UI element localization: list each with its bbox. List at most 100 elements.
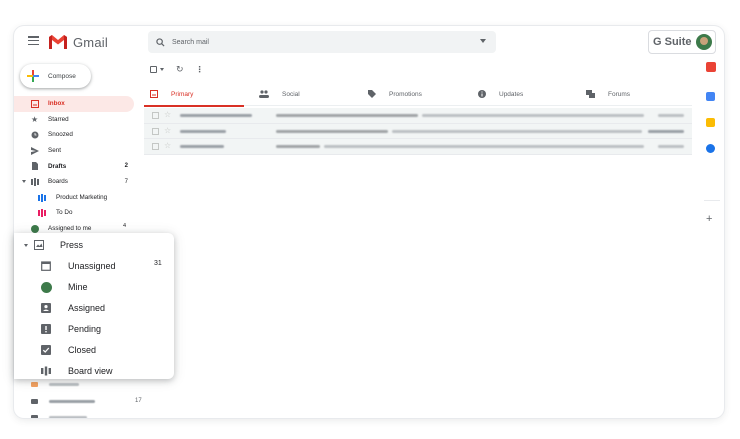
tab-forums[interactable]: Forums [586,82,630,106]
press-item-closed[interactable]: Closed [14,341,174,359]
top-bar: Gmail Search mail G Suite [14,26,724,58]
select-all-checkbox[interactable] [150,65,157,73]
press-item-unassigned[interactable]: Unassigned 31 [14,257,174,275]
expand-arrow-icon[interactable] [22,179,26,183]
board-icon [31,177,39,186]
unassigned-icon [41,261,51,271]
rail-divider [704,200,720,201]
sidebar-item-product-marketing[interactable]: Product Marketing [14,190,134,206]
email-row[interactable]: ☆ [144,123,692,139]
email-row[interactable]: ☆ [144,108,692,124]
search-input[interactable]: Search mail [172,39,209,46]
press-item-mine[interactable]: Mine [14,278,174,296]
more-options-icon[interactable]: ⋮ [196,65,204,74]
press-item-assigned[interactable]: Assigned [14,299,174,317]
avatar-icon [31,224,39,233]
sidebar-item-starred[interactable]: ★ Starred [14,112,134,128]
sidebar-item-blurred[interactable] [31,379,79,389]
sidebar-nav: Inbox ★ Starred Snoozed Sent Drafts 2 Bo… [14,96,134,236]
send-icon [31,146,39,155]
tab-label: Updates [499,90,524,98]
board-icon [38,209,46,218]
gmail-logo[interactable]: Gmail [48,32,108,52]
sidebar-item-label: Assigned to me [48,225,92,233]
sidebar-item-blurred[interactable] [31,412,87,418]
sidebar-item-label: Drafts [48,162,67,170]
expand-arrow-icon[interactable] [24,244,28,247]
tab-label: Promotions [389,90,422,98]
app-name: Gmail [73,34,108,50]
star-icon[interactable]: ☆ [164,126,171,135]
email-row[interactable]: ☆ [144,139,692,155]
sidebar-item-label: Starred [48,115,69,123]
tab-promotions[interactable]: Promotions [368,82,422,106]
row-checkbox[interactable] [152,112,159,119]
row-checkbox[interactable] [152,143,159,150]
compose-button[interactable]: Compose [20,64,91,88]
sidebar-item-to-do[interactable]: To Do [14,205,134,221]
tab-social[interactable]: Social [259,82,300,106]
search-icon[interactable] [156,37,165,47]
press-item-label: Mine [68,282,88,292]
blurred-snippet [422,114,644,117]
refresh-icon[interactable]: ↻ [176,64,184,75]
label-icon [31,414,38,418]
calendar-icon[interactable] [706,92,715,101]
compose-label: Compose [48,72,76,80]
gmail-m-icon [49,35,67,49]
pending-icon [41,324,51,334]
tab-updates[interactable]: Updates [478,82,523,106]
addon-red-icon[interactable] [706,62,716,72]
tab-label: Primary [171,90,194,98]
avatar-icon [41,282,52,293]
board-icon [38,193,46,202]
press-item-board-view[interactable]: Board view [14,362,174,380]
sidebar-item-inbox[interactable]: Inbox [14,96,134,112]
boards-count: 7 [124,178,128,185]
avatar[interactable] [695,34,712,50]
sidebar-item-label: Snoozed [48,131,73,139]
closed-icon [41,345,51,355]
draft-icon [32,162,38,171]
press-item-label: Unassigned [68,261,116,271]
blurred-sender [180,145,224,148]
tasks-icon[interactable] [706,144,715,153]
blurred-date [658,114,684,117]
label-icon [31,398,38,404]
unassigned-count: 31 [154,260,162,267]
sidebar-item-snoozed[interactable]: Snoozed [14,127,134,143]
blurred-snippet [392,129,642,133]
press-label-icon [34,240,44,250]
star-icon[interactable]: ☆ [164,141,171,150]
sidebar-item-boards[interactable]: Boards 7 [14,174,134,190]
blurred-label [49,399,95,403]
inbox-icon [31,100,39,108]
select-dropdown-icon[interactable] [160,67,164,71]
tab-primary[interactable]: Primary [143,82,245,107]
label-icon [31,381,38,387]
account-switcher[interactable]: G Suite [648,30,716,54]
tag-icon [368,90,376,98]
tab-label: Social [282,90,300,98]
search-bar[interactable]: Search mail [148,31,496,53]
press-item-pending[interactable]: Pending [14,320,174,338]
add-addon-icon[interactable]: + [706,213,712,225]
search-options-icon[interactable] [480,39,486,43]
row-checkbox[interactable] [152,127,159,135]
main-menu-icon[interactable] [28,36,39,46]
people-icon [259,90,269,98]
inbox-icon [150,90,158,98]
blurred-subject [276,145,320,148]
sidebar-item-drafts[interactable]: Drafts 2 [14,158,134,174]
forum-icon [586,90,595,98]
star-icon[interactable]: ☆ [164,110,171,119]
sidebar-item-label: To Do [56,209,73,217]
press-item-label: Assigned [68,303,106,313]
plus-icon [27,70,39,82]
blurred-sender [180,114,252,117]
keep-icon[interactable] [706,118,715,127]
sidebar-item-label: Sent [48,147,61,155]
sidebar-item-sent[interactable]: Sent [14,143,134,159]
sidebar-item-blurred[interactable]: 17 [31,396,142,406]
blurred-date [658,145,684,148]
